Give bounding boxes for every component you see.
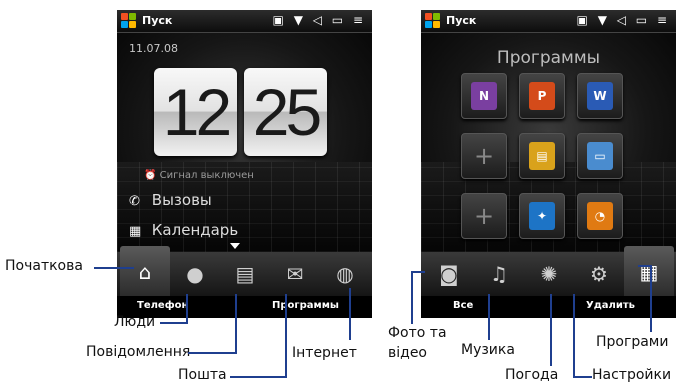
callout-line — [94, 267, 134, 269]
alarm-status[interactable]: ⏰ Сигнал выключен — [144, 170, 254, 181]
callout-line — [285, 294, 287, 378]
messages-icon: ▤ — [235, 262, 255, 286]
tab-settings[interactable]: ⚙ — [574, 252, 624, 296]
alarm-clock-icon: ⏰ — [144, 170, 160, 181]
weather-icon: ✺ — [540, 262, 558, 286]
callout-music: Музика — [461, 342, 515, 358]
start-label[interactable]: Пуск — [142, 14, 172, 27]
program-tile[interactable]: N — [461, 73, 507, 119]
callout-internet: Інтернет — [292, 345, 357, 361]
programs-content: Программы N P W + ▤ ▭ + ✦ ◔ — [421, 33, 676, 252]
tab-bar: ◙ ♫ ✺ ⚙ ▦ — [421, 246, 676, 296]
mail-icon: ✉ — [286, 262, 304, 286]
music-icon: ♫ — [490, 262, 508, 286]
scroll-down-arrow-icon[interactable] — [230, 243, 240, 249]
rss-icon: ◔ — [587, 202, 613, 230]
program-tile[interactable]: W — [577, 73, 623, 119]
program-tile[interactable]: + — [461, 193, 507, 239]
callout-line — [188, 352, 236, 354]
callout-line — [650, 266, 652, 332]
status-bar: Пуск ▣ ▼ ◁ ▭ ≡ — [117, 10, 372, 33]
clock-hours[interactable]: 12 — [154, 68, 237, 156]
callout-programs: Програми — [596, 334, 669, 350]
softkey-all[interactable]: Все — [453, 300, 473, 311]
tab-mail[interactable]: ✉ — [270, 252, 320, 296]
settings-icon: ⚙ — [590, 262, 608, 286]
tab-home[interactable]: ⌂ — [120, 246, 170, 296]
callout-home: Початкова — [5, 258, 83, 274]
camera-icon: ◙ — [439, 262, 459, 286]
calendar-row[interactable]: ▦ Календарь — [129, 221, 359, 245]
tab-people[interactable]: ● — [170, 252, 220, 296]
internet-icon: ◍ — [336, 262, 354, 286]
home-screen: Пуск ▣ ▼ ◁ ▭ ≡ 11.07.08 12 25 ⏰ Сигнал в… — [117, 10, 372, 318]
tab-programs[interactable]: ▦ — [624, 246, 674, 296]
tab-internet[interactable]: ◍ — [320, 252, 370, 296]
date-display: 11.07.08 — [129, 42, 178, 55]
home-content: 11.07.08 12 25 ⏰ Сигнал выключен ✆ Вызов… — [117, 33, 372, 252]
softkey-delete[interactable]: Удалить — [586, 300, 635, 311]
callout-photo-line2: відео — [388, 345, 427, 361]
program-tile[interactable]: ▭ — [577, 133, 623, 179]
start-menu-icon[interactable] — [121, 13, 137, 29]
callout-line — [638, 265, 652, 267]
calls-row[interactable]: ✆ Вызовы — [129, 191, 359, 215]
callout-weather: Погода — [505, 367, 559, 383]
softkey-bar: Все Удалить — [421, 296, 676, 318]
callout-messages: Повідомлення — [86, 344, 191, 360]
browser-compass-icon: ✦ — [529, 202, 555, 230]
program-tile[interactable]: ✦ — [519, 193, 565, 239]
remote-desktop-icon: ▭ — [587, 142, 613, 170]
tab-weather[interactable]: ✺ — [524, 252, 574, 296]
softkey-bar: Телефон Программы — [117, 296, 372, 318]
tab-messages[interactable]: ▤ — [220, 252, 270, 296]
plus-icon: + — [473, 142, 495, 170]
programs-title: Программы — [496, 48, 601, 68]
callout-line — [411, 271, 425, 273]
callout-line — [488, 294, 490, 340]
callout-line — [550, 294, 552, 366]
phone-icon: ✆ — [129, 194, 140, 209]
word-icon: W — [587, 82, 613, 110]
calendar-label: Календарь — [151, 221, 239, 239]
clock-minutes[interactable]: 25 — [244, 68, 327, 156]
callout-line — [186, 294, 188, 324]
callout-mail: Пошта — [178, 367, 227, 383]
status-bar: Пуск ▣ ▼ ◁ ▭ ≡ — [421, 10, 676, 33]
callout-line — [573, 294, 575, 378]
powerpoint-icon: P — [529, 82, 555, 110]
callout-line — [411, 272, 413, 324]
program-tile[interactable]: P — [519, 73, 565, 119]
callout-line — [574, 376, 592, 378]
tab-music[interactable]: ♫ — [474, 252, 524, 296]
program-tile[interactable]: ◔ — [577, 193, 623, 239]
callout-line — [160, 322, 187, 324]
callout-settings: Настройки — [592, 367, 672, 383]
calendar-icon: ▦ — [129, 224, 142, 239]
callout-line — [349, 288, 351, 340]
tab-bar: ⌂ ● ▤ ✉ ◍ — [117, 246, 372, 296]
status-icons[interactable]: ▣ ▼ ◁ ▭ ≡ — [273, 13, 366, 27]
callout-line — [230, 376, 286, 378]
calls-label: Вызовы — [151, 191, 212, 209]
plus-icon: + — [473, 202, 495, 230]
onenote-icon: N — [471, 82, 497, 110]
status-icons[interactable]: ▣ ▼ ◁ ▭ ≡ — [577, 13, 670, 27]
softkey-phone[interactable]: Телефон — [137, 300, 188, 311]
tab-photos-video[interactable]: ◙ — [424, 252, 474, 296]
callout-people: Люди — [114, 314, 156, 330]
program-tile[interactable]: ▤ — [519, 133, 565, 179]
home-icon: ⌂ — [138, 260, 152, 284]
callout-photo-line1: Фото та — [388, 325, 447, 341]
people-icon: ● — [186, 262, 204, 286]
callout-line — [235, 294, 237, 354]
alarm-text: Сигнал выключен — [159, 170, 254, 181]
program-tile[interactable]: + — [461, 133, 507, 179]
softkey-programs[interactable]: Программы — [272, 300, 339, 311]
start-label[interactable]: Пуск — [446, 14, 476, 27]
programs-screen: Пуск ▣ ▼ ◁ ▭ ≡ Программы N P W + ▤ ▭ + ✦ ◔ ◙ ♫ ✺… — [421, 10, 676, 318]
start-menu-icon[interactable] — [425, 13, 441, 29]
file-explorer-icon: ▤ — [529, 142, 555, 170]
